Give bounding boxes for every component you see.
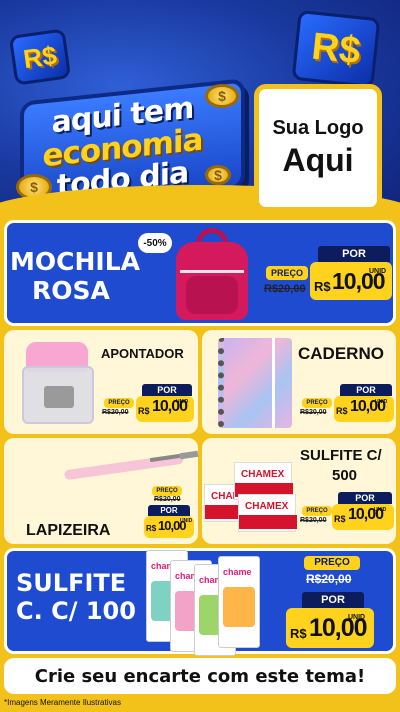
unit-label: UNID bbox=[176, 399, 189, 405]
unit-label: UNID bbox=[374, 507, 387, 513]
old-price: R$20,00 bbox=[300, 409, 327, 416]
logo-placeholder[interactable]: Sua Logo Aqui bbox=[254, 84, 382, 212]
por-label: POR bbox=[302, 592, 364, 608]
old-price: R$20,00 bbox=[102, 409, 129, 416]
logo-text-line1: Sua Logo bbox=[272, 117, 364, 139]
notebook-image bbox=[218, 338, 292, 428]
old-price: R$20,00 bbox=[300, 517, 327, 524]
product-title: SULFITE C/ 500 bbox=[300, 447, 382, 484]
por-label: POR bbox=[318, 246, 390, 262]
por-label: POR bbox=[340, 384, 392, 396]
product-title: MOCHILA ROSA bbox=[10, 247, 140, 305]
notebooks-image: chame chame chame chame bbox=[146, 550, 286, 656]
currency-symbol: R$ bbox=[336, 406, 348, 416]
product-title: CADERNO bbox=[298, 344, 384, 363]
unit-label: UNID bbox=[348, 614, 366, 621]
unit-label: UNID bbox=[180, 518, 193, 524]
currency-symbol: R$ bbox=[290, 626, 307, 641]
old-price: R$20,00 bbox=[264, 283, 306, 295]
currency-symbol: R$ bbox=[334, 514, 346, 524]
unit-label: UNID bbox=[369, 268, 387, 275]
currency-badge-left: R$ bbox=[8, 28, 72, 86]
por-label: POR bbox=[148, 505, 190, 516]
currency-symbol: R$ bbox=[138, 406, 150, 416]
disclaimer-text: *Imagens Meramente Ilustrativas bbox=[4, 698, 121, 707]
por-label: POR bbox=[338, 492, 392, 504]
unit-label: UNID bbox=[375, 399, 388, 405]
product-title: APONTADOR bbox=[101, 346, 184, 361]
logo-text-line2: Aqui bbox=[282, 142, 354, 178]
preco-label: PREÇO bbox=[302, 398, 332, 408]
currency-symbol: R$ bbox=[146, 524, 157, 533]
old-price: R$20,00 bbox=[306, 572, 352, 586]
product-title: LAPIZEIRA bbox=[26, 522, 111, 539]
preco-label: PREÇO bbox=[304, 556, 360, 570]
old-price: R$20,00 bbox=[154, 496, 181, 503]
currency-symbol: R$ bbox=[314, 279, 331, 294]
sharpener-image bbox=[22, 342, 94, 426]
product-title: SULFITE C. C/ 100 bbox=[16, 569, 136, 625]
preco-label: PREÇO bbox=[104, 398, 134, 408]
backpack-image bbox=[170, 226, 254, 322]
coin-icon: $ bbox=[205, 165, 231, 185]
preco-label: PREÇO bbox=[302, 506, 332, 516]
paper-ream-image: CHAMEX CHAMEX CHAMEX bbox=[204, 454, 297, 532]
coin-icon: $ bbox=[205, 84, 239, 108]
por-label: POR bbox=[142, 384, 192, 396]
currency-badge-right: R$ bbox=[291, 9, 381, 89]
discount-badge: -50% bbox=[138, 233, 172, 253]
preco-label: PREÇO bbox=[152, 486, 182, 496]
coin-icon: $ bbox=[16, 174, 52, 200]
preco-label: PREÇO bbox=[266, 266, 308, 280]
cta-banner[interactable]: Crie seu encarte com este tema! bbox=[4, 658, 396, 694]
